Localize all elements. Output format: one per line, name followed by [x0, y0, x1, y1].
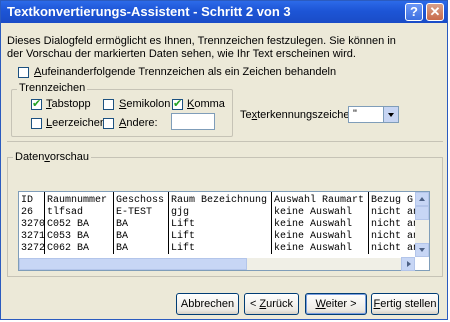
text-import-wizard-dialog: Textkonvertierungs-Assistent - Schritt 2… [0, 0, 448, 320]
table-cell: 26 [21, 207, 34, 218]
table-cell: 3271 [21, 231, 46, 242]
table-cell: nicht an [371, 207, 420, 218]
table-cell: keine Auswahl [274, 231, 353, 242]
semicolon-delimiter-checkbox[interactable] [103, 99, 114, 110]
text-qualifier-value: " [353, 108, 357, 120]
comma-delimiter-label[interactable]: Komma [187, 98, 225, 110]
scroll-down-icon[interactable] [415, 243, 429, 257]
table-cell: E-TEST [116, 207, 153, 218]
chevron-down-icon[interactable] [383, 107, 398, 122]
table-cell: C052 BA [47, 219, 90, 230]
table-cell: nicht an [371, 243, 420, 254]
semicolon-delimiter-label[interactable]: Semikolon [119, 98, 170, 110]
tab-delimiter-checkbox[interactable] [31, 97, 42, 110]
table-cell: BA [116, 219, 129, 230]
preview-label: Datenvorschau [13, 151, 91, 163]
table-cell: Lift [171, 231, 196, 242]
table-cell: keine Auswahl [274, 243, 353, 254]
help-button[interactable]: ? [405, 3, 423, 21]
other-delimiter-checkbox[interactable] [103, 118, 114, 129]
table-cell: keine Auswahl [274, 207, 353, 218]
finish-button[interactable]: Fertig stellen [371, 293, 439, 315]
description-line-2: der Vorschau der markierten Daten sehen,… [7, 48, 356, 60]
table-cell: nicht an [371, 219, 420, 230]
column-divider[interactable] [271, 192, 272, 254]
table-cell: BA [116, 243, 129, 254]
table-cell: 3272 [21, 243, 46, 254]
space-delimiter-label[interactable]: Leerzeichen [46, 117, 106, 129]
consecutive-delimiters-checkbox[interactable] [18, 67, 29, 78]
table-cell: Lift [171, 219, 196, 230]
space-delimiter-checkbox[interactable] [31, 118, 42, 129]
other-delimiter-label[interactable]: Andere: [119, 117, 158, 129]
window-title: Textkonvertierungs-Assistent - Schritt 2… [7, 4, 291, 19]
table-cell: C062 BA [47, 243, 90, 254]
column-header: ID [21, 195, 34, 206]
comma-delimiter-checkbox[interactable] [172, 97, 183, 110]
column-header: Auswahl Raumart [274, 195, 365, 206]
other-delimiter-input[interactable] [171, 113, 215, 130]
column-divider[interactable] [168, 192, 169, 254]
table-cell: BA [116, 231, 129, 242]
column-divider[interactable] [368, 192, 369, 254]
description-line-1: Dieses Dialogfeld ermöglicht es Ihnen, T… [7, 35, 396, 47]
back-button[interactable]: < Zurück [244, 293, 299, 315]
separator [7, 141, 443, 142]
column-divider[interactable] [44, 192, 45, 254]
column-header: Raumnummer [47, 195, 108, 206]
close-button[interactable]: ✕ [426, 3, 444, 21]
tab-delimiter-label[interactable]: Tabstopp [46, 98, 91, 110]
column-header: Geschoss [116, 195, 165, 206]
table-cell: C053 BA [47, 231, 90, 242]
consecutive-delimiters-label[interactable]: Aufeinanderfolgende Trennzeichen als ein… [34, 66, 336, 78]
title-bar[interactable]: Textkonvertierungs-Assistent - Schritt 2… [1, 1, 447, 23]
table-cell: keine Auswahl [274, 219, 353, 230]
table-cell: nicht an [371, 231, 420, 242]
cancel-button[interactable]: Abbrechen [176, 293, 239, 315]
table-cell: tlfsad [47, 207, 84, 218]
vertical-scroll-thumb[interactable] [415, 206, 429, 220]
table-cell: 3270 [21, 219, 46, 230]
text-qualifier-select[interactable]: " [348, 106, 399, 123]
column-divider[interactable] [113, 192, 114, 254]
table-cell: Lift [171, 243, 196, 254]
horizontal-scroll-thumb[interactable] [19, 258, 247, 270]
description-text: Dieses Dialogfeld ermöglicht es Ihnen, T… [7, 35, 437, 61]
delimiters-group-title: Trennzeichen [17, 82, 88, 94]
table-cell: gjg [171, 207, 190, 218]
column-header: Raum Bezeichnung [171, 195, 268, 206]
scroll-up-icon[interactable] [415, 192, 429, 206]
scroll-right-icon[interactable] [401, 257, 415, 271]
next-button[interactable]: Weiter > [305, 293, 367, 315]
text-qualifier-label: Texterkennungszeichen: [240, 109, 359, 121]
column-header: Bezug G [371, 195, 414, 206]
